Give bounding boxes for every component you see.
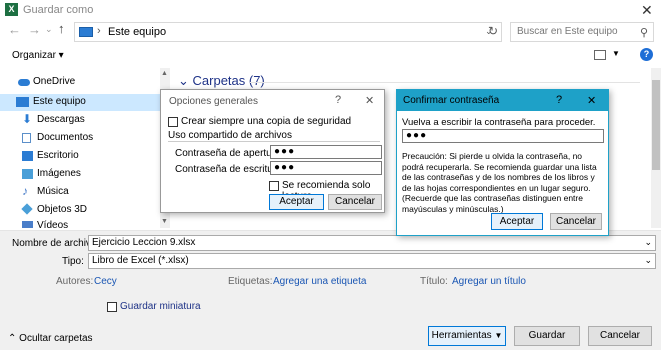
search-icon[interactable]: ⚲ [640,26,648,39]
authors-value[interactable]: Cecy [94,276,117,287]
write-password-label: Contraseña de escritura: [175,164,285,175]
breadcrumb-chevron-icon: › [97,25,101,37]
type-label: Tipo: [62,256,84,267]
sidebar-item-label: OneDrive [33,76,76,87]
sidebar-item-imagenes[interactable]: Imágenes [0,166,160,183]
sidebar-item-label: Objetos 3D [37,204,88,215]
sidebar-item-musica[interactable]: ♪ Música [0,184,160,201]
desktop-icon [22,151,33,161]
forward-arrow-icon[interactable]: → [28,22,41,37]
file-type-select[interactable]: Libro de Excel (*.xlsx) ⌄ [88,253,656,269]
backup-checkbox[interactable] [168,117,178,127]
chevron-down-icon: ⌄ [178,73,193,88]
add-tag-link[interactable]: Agregar una etiqueta [273,276,366,287]
search-input[interactable]: Buscar en Este equipo ⚲ [510,22,654,42]
excel-icon: X [5,3,18,16]
warning-text: Precaución: Si pierde u olvida la contra… [402,151,597,214]
authors-label: Autores: [56,276,94,287]
help-icon[interactable]: ? [640,48,653,61]
backup-label: Crear siempre una copia de seguridad [181,116,352,127]
window-title: Guardar como [23,4,94,16]
folders-header[interactable]: ⌄ Carpetas (7) [178,73,265,89]
up-arrow-icon[interactable]: ↑ [58,21,65,36]
filename-input[interactable]: Ejercicio Leccion 9.xlsx ⌄ [88,235,656,251]
cancel-button[interactable]: Cancelar [328,194,382,210]
sharing-label: Uso compartido de archivos [168,130,292,141]
hide-folders-button[interactable]: ⌃ Ocultar carpetas [8,333,93,344]
music-note-icon: ♪ [22,184,28,198]
cancel-button[interactable]: Cancelar [550,213,602,230]
ok-button[interactable]: Aceptar [269,194,324,210]
title-bar: X Guardar como ✕ [0,0,661,20]
computer-icon [16,97,29,107]
dialog-title: Confirmar contraseña [403,95,500,106]
pictures-icon [22,169,33,179]
sidebar-item-documentos[interactable]: Documentos [0,130,160,147]
confirm-password-input[interactable]: ●●● [402,129,604,143]
chevron-down-icon[interactable]: ⌄ [644,237,652,248]
organize-button[interactable]: Organizar ▾ [12,50,64,61]
dialog-title: Opciones generales [169,96,258,107]
reenter-prompt: Vuelva a escribir la contraseña para pro… [402,117,596,128]
tags-label: Etiquetas: [228,276,273,287]
sidebar-item-este-equipo[interactable]: Este equipo [0,94,160,111]
open-password-input[interactable]: ●●● [270,145,382,159]
breadcrumb[interactable]: Este equipo [108,26,166,38]
thumbnail-label: Guardar miniatura [120,301,201,312]
general-options-dialog: Opciones generales ? ✕ Crear siempre una… [160,89,385,213]
title-label: Título: [420,276,448,287]
computer-icon [79,27,93,37]
cancel-button[interactable]: Cancelar [588,326,652,346]
divider [250,82,640,83]
sidebar-item-label: Este equipo [33,96,86,107]
sidebar-item-label: Documentos [37,132,94,143]
search-placeholder: Buscar en Este equipo [517,26,618,37]
close-icon[interactable]: ✕ [365,94,374,107]
sidebar-item-descargas[interactable]: ⬇ Descargas [0,112,160,129]
save-button[interactable]: Guardar [514,326,580,346]
ok-button[interactable]: Aceptar [491,213,543,230]
chevron-down-icon[interactable]: ⌄ [45,24,53,35]
sidebar-item-label: Escritorio [37,150,79,161]
document-icon [22,133,31,143]
navigation-pane: OneDrive Este equipo ⬇ Descargas Documen… [0,68,160,228]
help-icon[interactable]: ? [335,94,341,106]
refresh-icon[interactable]: ↻ [488,24,498,38]
sidebar-item-videos[interactable]: Vídeos [0,218,160,228]
filename-label: Nombre de archivo: [12,238,100,249]
divider [168,141,380,142]
sidebar-item-label: Vídeos [37,220,69,228]
video-icon [22,221,33,228]
cube-icon [21,203,33,215]
sidebar-item-label: Música [37,186,69,197]
confirm-password-dialog: Confirmar contraseña ? ✕ Vuelva a escrib… [396,89,609,236]
chevron-up-icon: ⌃ [8,333,20,344]
address-bar[interactable]: › Este equipo ⌄ [74,22,502,42]
view-options-icon[interactable] [594,50,606,60]
add-title-link[interactable]: Agregar un título [452,276,526,287]
view-dropdown-icon[interactable]: ▼ [612,49,620,58]
cloud-icon [18,79,30,86]
sidebar-item-label: Imágenes [37,168,81,179]
sidebar-item-label: Descargas [37,114,85,125]
sidebar-item-escritorio[interactable]: Escritorio [0,148,160,165]
dropdown-arrow-icon: ▼ [494,331,503,340]
dialog-title-bar: Confirmar contraseña ? ✕ [397,90,608,111]
sidebar-item-onedrive[interactable]: OneDrive [0,74,160,91]
write-password-input[interactable]: ●●● [270,161,382,175]
readonly-checkbox[interactable] [269,181,279,191]
tools-button[interactable]: Herramientas ▼ [428,326,506,346]
help-icon[interactable]: ? [556,94,562,106]
sidebar-item-objetos-3d[interactable]: Objetos 3D [0,202,160,219]
download-arrow-icon: ⬇ [22,112,33,126]
back-arrow-icon[interactable]: ← [8,22,21,37]
close-icon[interactable]: ✕ [587,94,596,107]
chevron-down-icon: ⌄ [644,255,652,265]
thumbnail-checkbox[interactable] [107,302,117,312]
scrollbar-thumb[interactable] [652,80,660,170]
close-icon[interactable]: ✕ [641,2,653,19]
scroll-down-icon[interactable]: ▼ [161,218,168,225]
scroll-up-icon[interactable]: ▲ [161,70,168,77]
open-password-label: Contraseña de apertura: [175,148,284,159]
